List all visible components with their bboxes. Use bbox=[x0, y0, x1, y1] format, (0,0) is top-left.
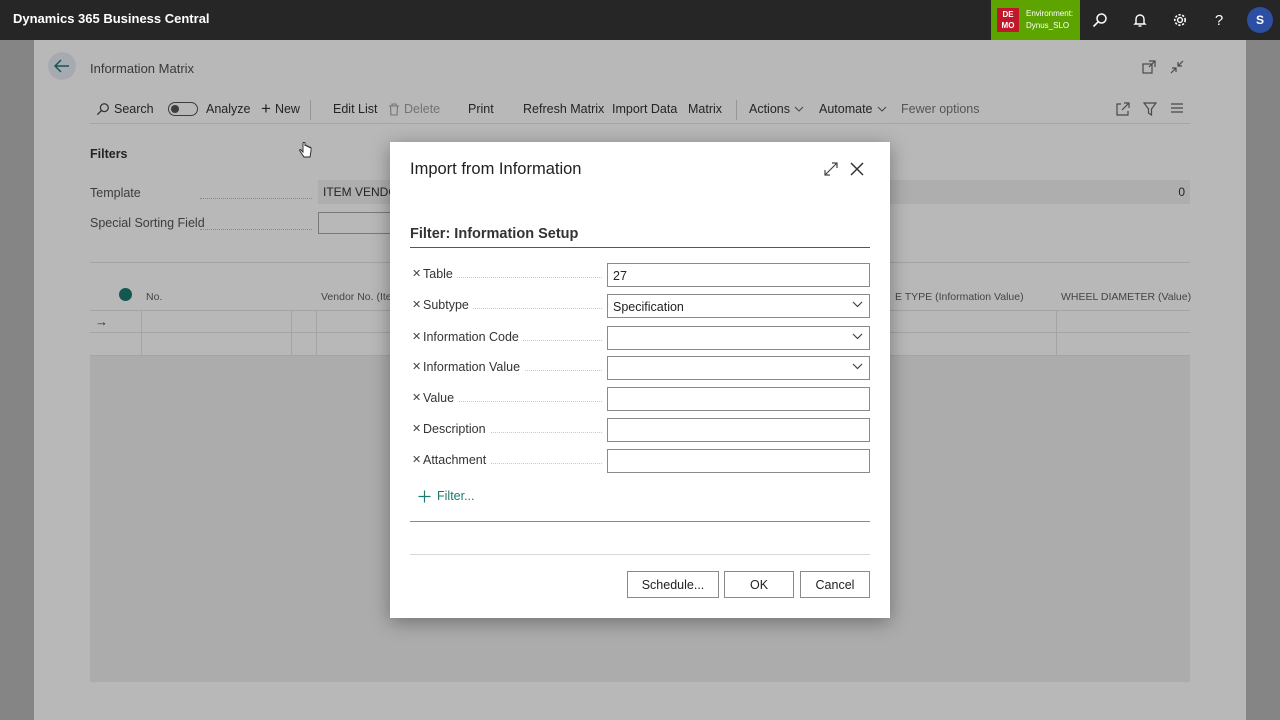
app-bar: Dynamics 365 Business Central DE MO Envi… bbox=[0, 0, 1280, 40]
filter-row-table: ✕ Table 27 bbox=[410, 263, 870, 287]
chevron-down-icon bbox=[852, 363, 863, 370]
remove-filter-icon[interactable]: ✕ bbox=[412, 453, 421, 466]
field-label: Information Code bbox=[423, 330, 523, 344]
field-value: 27 bbox=[613, 269, 627, 283]
filter-row-information-code: ✕ Information Code bbox=[410, 326, 870, 350]
chevron-down-icon bbox=[852, 301, 863, 308]
search-icon[interactable] bbox=[1090, 10, 1110, 30]
field-label: Table bbox=[423, 267, 457, 281]
description-input[interactable] bbox=[607, 418, 870, 442]
app-title[interactable]: Dynamics 365 Business Central bbox=[13, 11, 210, 26]
bell-icon[interactable] bbox=[1130, 10, 1150, 30]
filter-row-subtype: ✕ Subtype Specification bbox=[410, 294, 870, 318]
table-input[interactable]: 27 bbox=[607, 263, 870, 287]
field-label: Information Value bbox=[423, 360, 525, 374]
expand-icon[interactable] bbox=[822, 160, 840, 178]
plus-icon bbox=[418, 490, 431, 502]
section-divider bbox=[410, 247, 870, 248]
environment-badge[interactable]: DE MO Environment: Dynus_SLO bbox=[991, 0, 1080, 40]
environment-text: Environment: Dynus_SLO bbox=[1026, 8, 1073, 32]
remove-filter-icon[interactable]: ✕ bbox=[412, 360, 421, 373]
chevron-down-icon bbox=[852, 333, 863, 340]
add-filter-link[interactable]: Filter... bbox=[418, 489, 475, 503]
filter-row-information-value: ✕ Information Value bbox=[410, 356, 870, 380]
section-title: Filter: Information Setup bbox=[410, 226, 579, 242]
information-value-select[interactable] bbox=[607, 356, 870, 380]
demo-badge: DE MO bbox=[997, 8, 1019, 32]
avatar[interactable]: S bbox=[1247, 7, 1273, 33]
field-label: Attachment bbox=[423, 453, 491, 467]
remove-filter-icon[interactable]: ✕ bbox=[412, 298, 421, 311]
subtype-select[interactable]: Specification bbox=[607, 294, 870, 318]
demo-badge-line-2: MO bbox=[1001, 21, 1015, 30]
environment-label: Environment: bbox=[1026, 9, 1074, 18]
remove-filter-icon[interactable]: ✕ bbox=[412, 391, 421, 404]
dialog-title: Import from Information bbox=[410, 160, 582, 178]
close-icon[interactable] bbox=[847, 159, 867, 179]
field-label: Description bbox=[423, 422, 490, 436]
environment-name: Dynus_SLO bbox=[1026, 21, 1070, 30]
hand-cursor-icon bbox=[299, 141, 313, 163]
filter-row-attachment: ✕ Attachment bbox=[410, 449, 870, 473]
information-code-select[interactable] bbox=[607, 326, 870, 350]
filter-row-description: ✕ Description bbox=[410, 418, 870, 442]
ok-button[interactable]: OK bbox=[724, 571, 794, 598]
dialog-footer-divider bbox=[410, 554, 870, 555]
gear-icon[interactable] bbox=[1170, 10, 1190, 30]
add-filter-label: Filter... bbox=[437, 489, 475, 503]
demo-badge-line-1: DE bbox=[1002, 10, 1014, 19]
remove-filter-icon[interactable]: ✕ bbox=[412, 422, 421, 435]
help-icon[interactable]: ? bbox=[1209, 10, 1229, 30]
filter-row-value: ✕ Value bbox=[410, 387, 870, 411]
remove-filter-icon[interactable]: ✕ bbox=[412, 330, 421, 343]
schedule-button[interactable]: Schedule... bbox=[627, 571, 719, 598]
remove-filter-icon[interactable]: ✕ bbox=[412, 267, 421, 280]
dialog-divider bbox=[410, 521, 870, 522]
value-input[interactable] bbox=[607, 387, 870, 411]
field-label: Subtype bbox=[423, 298, 473, 312]
import-dialog: Import from Information Filter: Informat… bbox=[390, 142, 890, 618]
field-label: Value bbox=[423, 391, 459, 405]
attachment-input[interactable] bbox=[607, 449, 870, 473]
cancel-button[interactable]: Cancel bbox=[800, 571, 870, 598]
field-value: Specification bbox=[613, 300, 684, 314]
